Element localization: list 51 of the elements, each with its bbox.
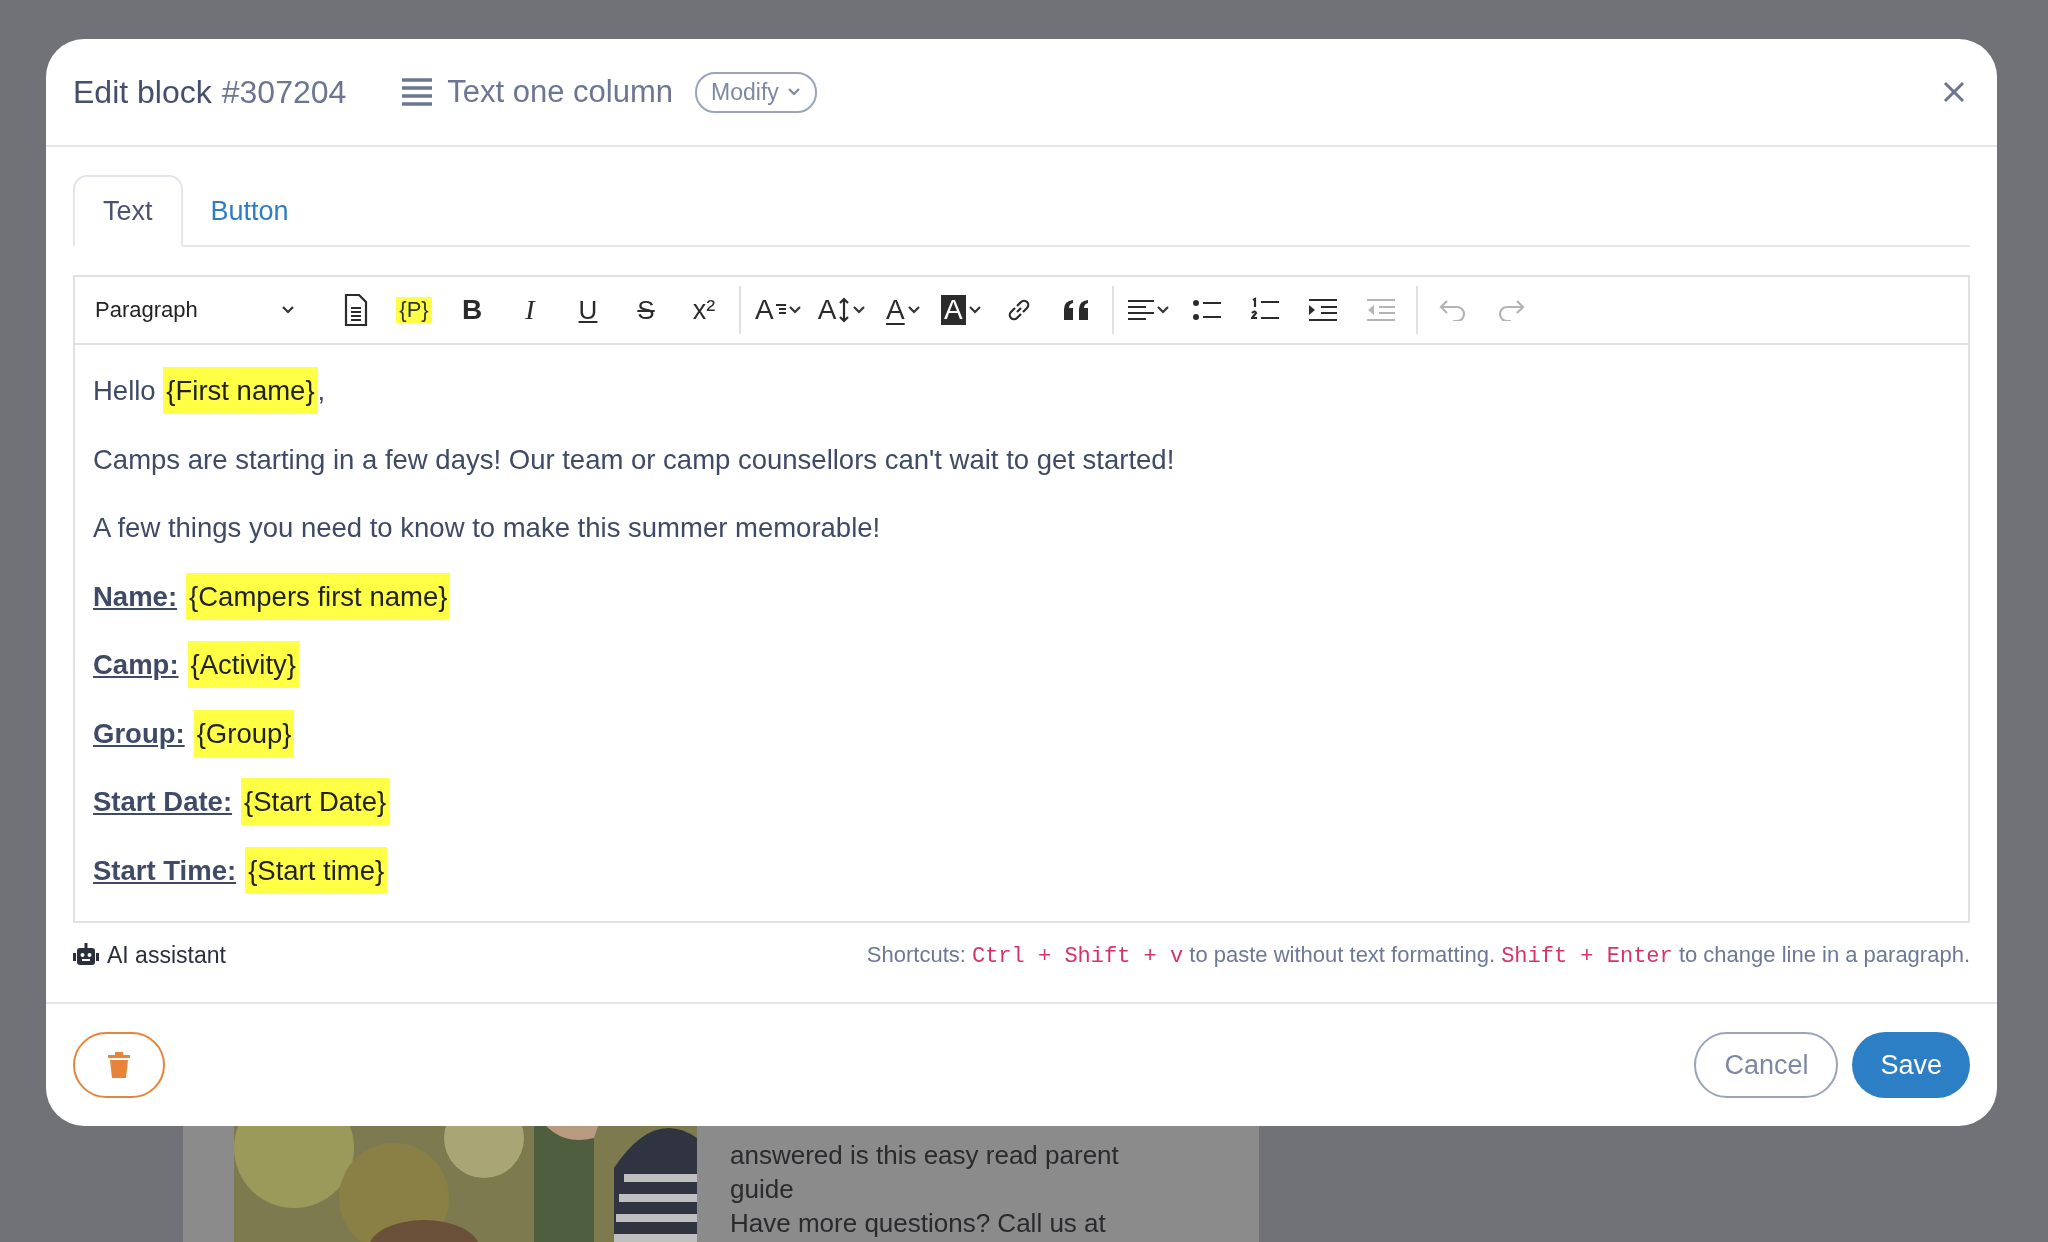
caret-icon [281, 305, 295, 315]
align-left-icon [1128, 299, 1155, 321]
caret-icon [852, 305, 867, 315]
tab[interactable]: Button [182, 175, 317, 247]
shortcuts-hint: Shortcuts: Ctrl + Shift + v to paste without text formatting. Shift + Enter to change line in a paragraph. [866, 941, 1970, 969]
block-type: Text one column [447, 74, 674, 110]
paragraph: A few things you need to know to make this summer memorable! [93, 511, 882, 545]
caret-icon [787, 305, 802, 315]
list-icon [402, 77, 433, 107]
page-text: answered is this easy read parent [730, 1139, 1119, 1172]
outdent-icon [1367, 298, 1396, 322]
font-color-button[interactable]: A [880, 288, 927, 332]
document-icon [344, 294, 368, 326]
block-id: #307204 [221, 73, 347, 111]
page-text: Have more questions? Call us at [730, 1207, 1107, 1240]
placeholder-button[interactable]: {P} [391, 288, 437, 332]
paragraph: Start Date: {Start Date} [93, 780, 1950, 825]
ai-assistant-button[interactable]: AI assistant [73, 941, 226, 969]
caret-icon [906, 305, 921, 315]
caret-icon [786, 87, 801, 97]
arrows-icon [838, 297, 851, 323]
dialog-title: Edit block [73, 73, 212, 111]
modify-button[interactable]: Modify [695, 71, 817, 113]
font-size-button[interactable]: A [815, 288, 869, 332]
bold-button[interactable]: B [449, 288, 495, 332]
paragraph: Camp: {Activity} [93, 643, 1950, 688]
strikethrough-button[interactable]: S [623, 288, 669, 332]
font-family-button[interactable]: A [753, 288, 804, 332]
underline-button[interactable]: U [565, 288, 611, 332]
italic-button[interactable]: I [507, 288, 553, 332]
page-text: guide [730, 1173, 795, 1206]
redo-icon [1497, 299, 1526, 321]
close-icon [1942, 80, 1966, 104]
caret-icon [967, 305, 982, 315]
bullet-list-icon [1193, 299, 1222, 321]
highlight-button[interactable]: A [938, 288, 985, 332]
trash-icon [108, 1052, 130, 1078]
paragraph: Hello {First name}, [93, 369, 1950, 414]
paragraph: Start Time: {Start time} [93, 848, 1950, 893]
paragraph: Group: {Group} [93, 711, 1950, 756]
cancel-button[interactable]: Cancel [1694, 1032, 1839, 1098]
paragraph: Name: {Campers first name} [93, 574, 1950, 619]
superscript-button[interactable]: x² [681, 288, 727, 332]
caret-icon [1156, 305, 1171, 315]
indent-icon [1309, 298, 1338, 322]
format-dropdown[interactable]: Paragraph [95, 297, 295, 323]
tab[interactable]: Text [73, 175, 183, 247]
paragraph: Camps are starting in a few days! Our team or camp counsellors can't wait to get started! [93, 442, 1176, 477]
robot-icon [73, 943, 99, 967]
undo-icon [1439, 299, 1468, 321]
save-button[interactable]: Save [1852, 1032, 1970, 1098]
